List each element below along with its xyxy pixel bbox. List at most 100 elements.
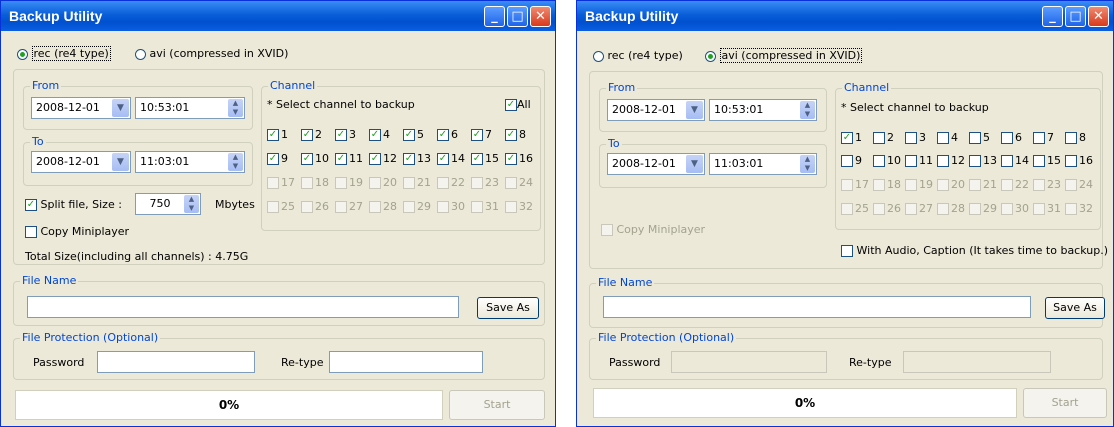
channel-checkbox[interactable]: ✓ 7 (471, 128, 505, 141)
channel-checkbox: 17 (841, 178, 873, 191)
backup-utility-window-rec: Backup Utility _ □ ✕ rec (re4 type) avi … (0, 0, 556, 427)
to-date-picker[interactable]: 2008-12-01 ▼ (607, 153, 705, 175)
channel-checkbox[interactable]: ✓ 13 (403, 152, 437, 165)
title-bar[interactable]: Backup Utility _ □ ✕ (577, 1, 1113, 31)
channel-checkbox[interactable]: 6 (1001, 131, 1033, 144)
from-date-picker[interactable]: 2008-12-01 ▼ (607, 99, 705, 121)
start-button[interactable]: Start (1023, 388, 1107, 418)
to-time-spinner[interactable]: 11:03:01 ▲ ▼ (135, 151, 245, 173)
channel-label: Channel (842, 81, 892, 94)
split-file-checkbox[interactable]: ✓ Split file, Size : (25, 198, 122, 211)
save-as-button[interactable]: Save As (1045, 297, 1105, 319)
channel-checkbox[interactable]: 10 (873, 154, 905, 167)
file-name-input[interactable] (603, 296, 1031, 318)
to-label: To (30, 135, 46, 148)
channel-checkbox[interactable]: 3 (905, 131, 937, 144)
channel-checkbox[interactable]: 12 (937, 154, 969, 167)
channel-checkbox[interactable]: ✓ 9 (267, 152, 301, 165)
channel-checkbox[interactable]: 13 (969, 154, 1001, 167)
spinner-arrows-icon[interactable]: ▲ ▼ (228, 153, 243, 171)
format-avi-radio[interactable]: avi (compressed in XVID) (705, 48, 863, 63)
from-date-picker[interactable]: 2008-12-01 ▼ (31, 97, 131, 119)
spinner-arrows-icon[interactable]: ▲ ▼ (184, 195, 199, 213)
channel-checkbox[interactable]: ✓ 6 (437, 128, 471, 141)
channel-checkbox[interactable]: 4 (937, 131, 969, 144)
channel-checkbox[interactable]: ✓ 4 (369, 128, 403, 141)
channel-checkbox[interactable]: 5 (969, 131, 1001, 144)
close-icon[interactable]: ✕ (530, 5, 551, 27)
retype-label: Re-type (849, 356, 892, 369)
to-date-picker[interactable]: 2008-12-01 ▼ (31, 151, 131, 173)
channel-checkbox[interactable]: ✓ 16 (505, 152, 539, 165)
channel-checkbox[interactable]: ✓ 12 (369, 152, 403, 165)
from-time-spinner[interactable]: 10:53:01 ▲ ▼ (135, 97, 245, 119)
channel-checkbox: 20 (369, 176, 403, 189)
window-title: Backup Utility (9, 8, 103, 24)
channel-checkbox[interactable]: 14 (1001, 154, 1033, 167)
progress-bar: 0% (15, 390, 443, 420)
channel-checkbox[interactable]: 9 (841, 154, 873, 167)
channel-checkbox[interactable]: ✓ 11 (335, 152, 369, 165)
to-time-spinner[interactable]: 11:03:01 ▲ ▼ (709, 153, 817, 175)
channel-checkbox[interactable]: ✓ 14 (437, 152, 471, 165)
channel-checkbox: 21 (403, 176, 437, 189)
split-size-spinner[interactable]: 750 ▲ ▼ (135, 193, 201, 215)
minimize-icon[interactable]: _ (484, 5, 505, 27)
maximize-icon[interactable]: □ (1065, 5, 1086, 27)
progress-text: 0% (794, 396, 816, 410)
channel-checkbox[interactable]: ✓ 1 (841, 131, 873, 144)
format-rec-radio[interactable]: rec (re4 type) (17, 46, 111, 61)
channel-checkbox[interactable]: 2 (873, 131, 905, 144)
channel-checkbox[interactable]: 11 (905, 154, 937, 167)
channel-checkbox: 17 (267, 176, 301, 189)
spinner-arrows-icon[interactable]: ▲ ▼ (800, 101, 815, 119)
channel-checkbox: 21 (969, 178, 1001, 191)
channel-checkbox[interactable]: ✓ 1 (267, 128, 301, 141)
chevron-down-icon[interactable]: ▼ (686, 101, 703, 119)
password-label: Password (609, 356, 661, 369)
channel-checkbox[interactable]: ✓ 2 (301, 128, 335, 141)
channel-checkbox[interactable]: 15 (1033, 154, 1065, 167)
save-as-button[interactable]: Save As (477, 297, 539, 319)
channel-checkbox[interactable]: ✓ 5 (403, 128, 437, 141)
retype-input[interactable] (329, 351, 483, 373)
from-label: From (606, 81, 638, 94)
channel-checkbox: 18 (873, 178, 905, 191)
from-label: From (30, 79, 62, 92)
spinner-arrows-icon[interactable]: ▲ ▼ (800, 155, 815, 173)
maximize-icon[interactable]: □ (507, 5, 528, 27)
channel-checkbox: 18 (301, 176, 335, 189)
chevron-down-icon[interactable]: ▼ (112, 99, 129, 117)
copy-miniplayer-checkbox[interactable]: Copy Miniplayer (25, 225, 129, 238)
channel-checkbox: 32 (1065, 202, 1097, 215)
title-bar[interactable]: Backup Utility _ □ ✕ (1, 1, 555, 31)
channel-checkbox: 30 (1001, 202, 1033, 215)
spinner-arrows-icon[interactable]: ▲ ▼ (228, 99, 243, 117)
to-label: To (606, 137, 622, 150)
chevron-down-icon[interactable]: ▼ (686, 155, 703, 173)
close-icon[interactable]: ✕ (1088, 5, 1109, 27)
from-time-spinner[interactable]: 10:53:01 ▲ ▼ (709, 99, 817, 121)
minimize-icon[interactable]: _ (1042, 5, 1063, 27)
format-avi-radio[interactable]: avi (compressed in XVID) (135, 47, 288, 60)
chevron-down-icon[interactable]: ▼ (112, 153, 129, 171)
channel-label: Channel (268, 79, 318, 92)
channel-checkbox[interactable]: 7 (1033, 131, 1065, 144)
channel-checkbox[interactable]: ✓ 15 (471, 152, 505, 165)
channel-checkbox[interactable]: 8 (1065, 131, 1097, 144)
channel-checkbox[interactable]: ✓ 3 (335, 128, 369, 141)
start-button[interactable]: Start (449, 390, 545, 420)
channel-checkbox: 31 (1033, 202, 1065, 215)
format-rec-radio[interactable]: rec (re4 type) (593, 49, 683, 62)
audio-caption-checkbox[interactable]: With Audio, Caption (It takes time to ba… (841, 244, 1108, 257)
channel-checkbox: 29 (969, 202, 1001, 215)
channel-checkbox[interactable]: ✓ 8 (505, 128, 539, 141)
file-name-input[interactable] (27, 296, 459, 318)
password-input[interactable] (97, 351, 255, 373)
all-channels-checkbox[interactable]: ✓ All (505, 98, 531, 111)
channel-checkbox[interactable]: 16 (1065, 154, 1097, 167)
channel-checkbox: 24 (505, 176, 539, 189)
channel-checkbox[interactable]: ✓ 10 (301, 152, 335, 165)
channel-checkbox: 28 (369, 200, 403, 213)
channel-checkbox: 24 (1065, 178, 1097, 191)
